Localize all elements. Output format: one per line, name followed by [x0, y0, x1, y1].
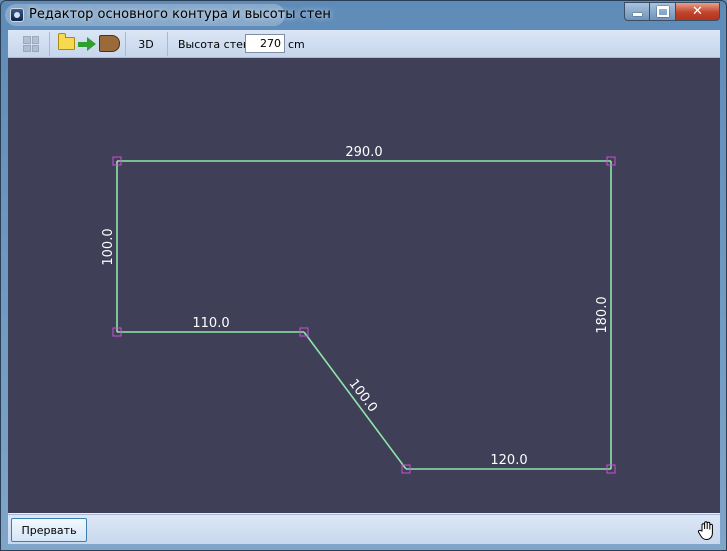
- abort-button[interactable]: Прервать: [11, 518, 87, 542]
- title-bar[interactable]: Редактор основного контура и высоты стен…: [1, 1, 726, 29]
- unit-label: cm: [288, 38, 305, 51]
- client-area: 3D Высота стен cm 290.0 180.0 120.0 100.0 11…: [8, 30, 720, 544]
- contour-edge[interactable]: [303, 331, 407, 470]
- window-controls: ✕: [624, 2, 720, 21]
- contour-vertices: [112, 156, 616, 474]
- edge-length-label: 110.0: [192, 316, 229, 331]
- toolbar-separator: [167, 32, 168, 56]
- edge-length-label: 100.0: [101, 228, 116, 265]
- app-icon: [10, 8, 24, 22]
- window-title: Редактор основного контура и высоты стен: [29, 7, 331, 22]
- minimize-icon: [632, 13, 642, 16]
- hand-pan-icon[interactable]: [696, 519, 718, 541]
- edge-labels: 290.0180.0120.0100.0110.0100.0: [101, 145, 610, 468]
- wall-height-input[interactable]: [245, 34, 285, 53]
- maximize-icon: [656, 6, 669, 17]
- edge-length-label: 120.0: [490, 453, 527, 468]
- toolbar: 3D Высота стен cm: [8, 30, 720, 58]
- bottom-bar: Прервать: [8, 514, 720, 544]
- contour-canvas[interactable]: 290.0 180.0 120.0 100.0 110.0 100.0: [8, 58, 720, 513]
- maximize-button[interactable]: [650, 2, 676, 21]
- toolbar-separator: [125, 32, 126, 56]
- grid-icon[interactable]: [23, 36, 39, 52]
- view-3d-button[interactable]: 3D: [127, 32, 165, 56]
- room-shape-icon[interactable]: [99, 35, 120, 52]
- contour-drawing[interactable]: 290.0180.0120.0100.0110.0100.0: [8, 58, 720, 513]
- close-button[interactable]: ✕: [676, 2, 720, 21]
- editor-window: Редактор основного контура и высоты стен…: [0, 0, 727, 551]
- folder-import-icon[interactable]: [58, 33, 75, 50]
- arrow-right-icon: [78, 37, 96, 51]
- contour-edges: [116, 160, 612, 470]
- edge-length-label: 180.0: [595, 296, 610, 333]
- toolbar-separator: [49, 32, 50, 56]
- close-icon: ✕: [692, 4, 703, 19]
- edge-length-label: 290.0: [345, 145, 382, 160]
- wall-height-label: Высота стен: [178, 38, 251, 51]
- minimize-button[interactable]: [624, 2, 650, 21]
